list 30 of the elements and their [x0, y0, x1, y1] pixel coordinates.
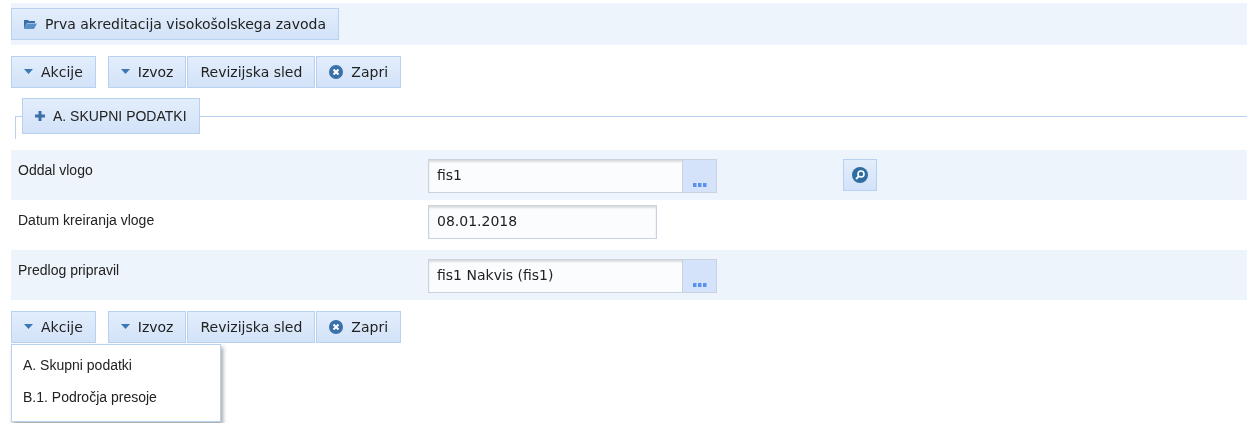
field-label: Predlog pripravil	[18, 261, 121, 278]
search-icon	[852, 167, 868, 183]
more-icon[interactable]	[692, 283, 707, 287]
field-label: Datum kreiranja vloge	[18, 211, 156, 228]
caret-icon	[120, 69, 130, 75]
caret-icon	[24, 69, 33, 75]
field-label: Oddal vlogo	[18, 161, 94, 178]
toolbar-button[interactable]: Zapri	[316, 311, 402, 343]
title-button[interactable]: Prva akreditacija visokošolskega zavoda	[11, 8, 339, 40]
caret-icon	[24, 324, 33, 330]
plus-icon	[35, 111, 45, 121]
close-icon	[329, 320, 344, 334]
more-icon[interactable]	[692, 183, 707, 187]
lookup-field[interactable]: fis1	[428, 159, 717, 193]
section-tab[interactable]: A. SKUPNI PODATKI	[22, 98, 200, 134]
dropdown-button[interactable]: Izvoz	[107, 311, 187, 343]
caret-icon	[120, 324, 130, 330]
lookup-field[interactable]: fis1 Nakvis (fis1)	[428, 259, 717, 293]
dropdown-button[interactable]: Akcije	[11, 56, 96, 88]
toolbar-button[interactable]: Revizijska sled	[187, 311, 316, 343]
folder-icon	[24, 19, 37, 29]
date-field[interactable]: 08.01.2018	[428, 205, 657, 239]
toolbar-button[interactable]: Zapri	[316, 56, 402, 88]
close-icon	[329, 65, 344, 79]
search-button[interactable]	[843, 159, 877, 191]
menu-item[interactable]: B.1. Področja presoje	[12, 383, 220, 415]
dropdown-button[interactable]: Izvoz	[107, 56, 187, 88]
toolbar-button[interactable]: Revizijska sled	[187, 56, 316, 88]
dropdown-button[interactable]: Akcije	[11, 311, 96, 343]
menu-item[interactable]: A. Skupni podatki	[12, 351, 220, 383]
